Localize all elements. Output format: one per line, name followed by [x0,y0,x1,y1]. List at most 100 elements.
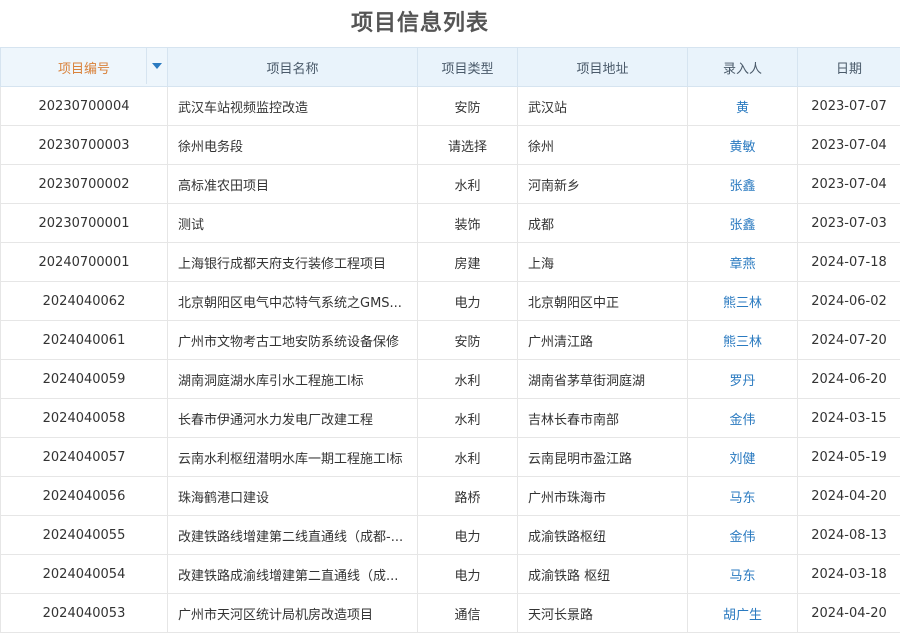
cell-project-address: 湖南省茅草街洞庭湖 [518,360,688,399]
cell-entered-by[interactable]: 马东 [688,477,798,516]
cell-entered-by[interactable]: 张鑫 [688,204,798,243]
cell-project-code: 20230700004 [1,87,168,126]
table-row[interactable]: 2024040057云南水利枢纽潜明水库一期工程施工l标水利云南昆明市盈江路刘健… [1,438,900,477]
cell-entered-by[interactable]: 刘健 [688,438,798,477]
column-header-entered-by[interactable]: 录入人 [688,48,798,87]
table-row[interactable]: 2024040059湖南洞庭湖水库引水工程施工l标水利湖南省茅草街洞庭湖罗丹20… [1,360,900,399]
cell-project-address: 广州市珠海市 [518,477,688,516]
table-row[interactable]: 20230700004武汉车站视频监控改造安防武汉站黄2023-07-07 [1,87,900,126]
table-row[interactable]: 2024040061广州市文物考古工地安防系统设备保修安防广州清江路熊三林202… [1,321,900,360]
cell-date: 2023-07-04 [798,126,900,165]
cell-project-address: 成都 [518,204,688,243]
cell-project-name: 珠海鹤港口建设 [168,477,418,516]
cell-project-code: 20230700002 [1,165,168,204]
column-header-project-address[interactable]: 项目地址 [518,48,688,87]
cell-project-type: 请选择 [418,126,518,165]
cell-date: 2024-06-20 [798,360,900,399]
cell-project-address: 云南昆明市盈江路 [518,438,688,477]
table-row[interactable]: 2024040058长春市伊通河水力发电厂改建工程水利吉林长春市南部金伟2024… [1,399,900,438]
cell-project-name: 长春市伊通河水力发电厂改建工程 [168,399,418,438]
cell-project-address: 吉林长春市南部 [518,399,688,438]
cell-project-name: 上海银行成都天府支行装修工程项目 [168,243,418,282]
cell-project-code: 2024040057 [1,438,168,477]
cell-entered-by[interactable]: 马东 [688,555,798,594]
cell-project-type: 路桥 [418,477,518,516]
column-header-project-type[interactable]: 项目类型 [418,48,518,87]
cell-project-type: 水利 [418,165,518,204]
cell-project-code: 2024040056 [1,477,168,516]
cell-date: 2024-04-20 [798,594,900,633]
table-row[interactable]: 20230700001测试装饰成都张鑫2023-07-03 [1,204,900,243]
cell-project-name: 测试 [168,204,418,243]
cell-entered-by[interactable]: 黄敏 [688,126,798,165]
cell-project-code: 20230700003 [1,126,168,165]
table-row[interactable]: 2024040062北京朝阳区电气中芯特气系统之GMS...电力北京朝阳区中正熊… [1,282,900,321]
cell-project-code: 20230700001 [1,204,168,243]
cell-entered-by[interactable]: 罗丹 [688,360,798,399]
column-header-label: 项目编号 [58,62,110,77]
cell-project-code: 20240700001 [1,243,168,282]
cell-entered-by[interactable]: 章燕 [688,243,798,282]
table-header-row: 项目编号 项目名称 项目类型 项目地址 录入人 日期 [1,48,900,87]
table-row[interactable]: 20240700001上海银行成都天府支行装修工程项目房建上海章燕2024-07… [1,243,900,282]
cell-project-type: 房建 [418,243,518,282]
cell-project-type: 通信 [418,594,518,633]
cell-entered-by[interactable]: 金伟 [688,399,798,438]
cell-project-type: 水利 [418,438,518,477]
cell-project-code: 2024040055 [1,516,168,555]
cell-project-address: 成渝铁路枢纽 [518,516,688,555]
cell-date: 2023-07-04 [798,165,900,204]
cell-project-type: 电力 [418,555,518,594]
table-row[interactable]: 2024040053广州市天河区统计局机房改造项目通信天河长景路胡广生2024-… [1,594,900,633]
cell-project-type: 水利 [418,399,518,438]
column-header-project-name[interactable]: 项目名称 [168,48,418,87]
table-row[interactable]: 2024040055改建铁路线增建第二线直通线（成都-...电力成渝铁路枢纽金伟… [1,516,900,555]
cell-project-address: 上海 [518,243,688,282]
cell-project-name: 湖南洞庭湖水库引水工程施工l标 [168,360,418,399]
cell-project-address: 成渝铁路 枢纽 [518,555,688,594]
cell-project-name: 改建铁路成渝线增建第二直通线（成... [168,555,418,594]
cell-project-name: 武汉车站视频监控改造 [168,87,418,126]
cell-project-code: 2024040059 [1,360,168,399]
project-table: 项目编号 项目名称 项目类型 项目地址 录入人 日期 20230700004武汉… [0,47,900,633]
cell-date: 2024-06-02 [798,282,900,321]
cell-date: 2024-07-20 [798,321,900,360]
cell-project-name: 高标准农田项目 [168,165,418,204]
cell-project-address: 天河长景路 [518,594,688,633]
cell-project-address: 河南新乡 [518,165,688,204]
cell-project-address: 北京朝阳区中正 [518,282,688,321]
cell-date: 2023-07-07 [798,87,900,126]
cell-project-name: 广州市天河区统计局机房改造项目 [168,594,418,633]
table-row[interactable]: 20230700003徐州电务段请选择徐州黄敏2023-07-04 [1,126,900,165]
cell-project-address: 武汉站 [518,87,688,126]
cell-date: 2023-07-03 [798,204,900,243]
cell-project-type: 安防 [418,87,518,126]
table-row[interactable]: 2024040056珠海鹤港口建设路桥广州市珠海市马东2024-04-20 [1,477,900,516]
cell-project-name: 广州市文物考古工地安防系统设备保修 [168,321,418,360]
cell-date: 2024-05-19 [798,438,900,477]
cell-project-address: 广州清江路 [518,321,688,360]
table-row[interactable]: 2024040054改建铁路成渝线增建第二直通线（成...电力成渝铁路 枢纽马东… [1,555,900,594]
cell-project-name: 北京朝阳区电气中芯特气系统之GMS... [168,282,418,321]
chevron-down-icon[interactable] [146,48,167,84]
cell-date: 2024-07-18 [798,243,900,282]
cell-entered-by[interactable]: 熊三林 [688,321,798,360]
cell-project-name: 徐州电务段 [168,126,418,165]
cell-date: 2024-03-15 [798,399,900,438]
column-header-project-code[interactable]: 项目编号 [1,48,168,87]
cell-entered-by[interactable]: 熊三林 [688,282,798,321]
column-header-date[interactable]: 日期 [798,48,900,87]
cell-entered-by[interactable]: 张鑫 [688,165,798,204]
page-title: 项目信息列表 [0,0,900,47]
cell-project-type: 电力 [418,282,518,321]
cell-project-name: 云南水利枢纽潜明水库一期工程施工l标 [168,438,418,477]
cell-project-type: 水利 [418,360,518,399]
cell-project-type: 装饰 [418,204,518,243]
cell-project-code: 2024040058 [1,399,168,438]
cell-entered-by[interactable]: 胡广生 [688,594,798,633]
cell-entered-by[interactable]: 黄 [688,87,798,126]
table-row[interactable]: 20230700002高标准农田项目水利河南新乡张鑫2023-07-04 [1,165,900,204]
cell-project-code: 2024040061 [1,321,168,360]
cell-entered-by[interactable]: 金伟 [688,516,798,555]
cell-date: 2024-03-18 [798,555,900,594]
